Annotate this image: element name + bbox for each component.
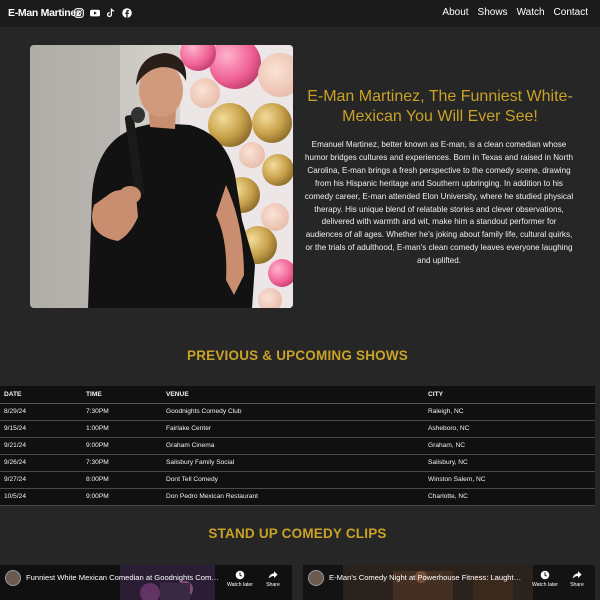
show-date: 9/27/24 [0,471,82,489]
table-row: 10/5/24 9:00PM Don Pedro Mexican Restaur… [0,488,595,506]
show-city: Graham, NC [424,437,595,455]
table-row: 8/29/24 7:30PM Goodnights Comedy Club Ra… [0,403,595,421]
column-header-date: DATE [0,386,82,404]
social-links [74,8,132,18]
shows-section-title: PREVIOUS & UPCOMING SHOWS [186,348,409,363]
column-header-venue: VENUE [162,386,424,404]
watch-later-button[interactable]: Watch later [530,570,560,588]
share-label: Share [570,582,584,588]
watch-later-label: Watch later [531,582,559,588]
show-time: 8:00PM [82,471,162,489]
watch-later-button[interactable]: Watch later [225,570,255,588]
nav-link-watch[interactable]: Watch [517,7,545,18]
video-embed-clip-1[interactable]: Funniest White Mexican Comedian at Goodn… [0,565,292,600]
show-city: Salisbury, NC [424,454,595,472]
show-venue: Goodnights Comedy Club [162,403,424,421]
shows-table: DATE TIME VENUE CITY 8/29/24 7:30PM Good… [0,386,595,506]
show-date: 10/5/24 [0,488,82,506]
watch-later-label: Watch later [226,582,254,588]
brand-logo[interactable]: E-Man Martinez [8,7,81,19]
show-time: 9:00PM [82,437,162,455]
youtube-icon[interactable] [90,8,100,18]
tiktok-icon[interactable] [106,8,116,18]
table-row: 9/26/24 7:30PM Salisbury Family Social S… [0,454,595,472]
nav-link-contact[interactable]: Contact [554,7,588,18]
show-time: 7:30PM [82,454,162,472]
channel-avatar[interactable] [5,570,21,586]
clips-section-title: STAND UP COMEDY CLIPS [208,526,387,541]
show-venue: Dont Tell Comedy [162,471,424,489]
table-row: 9/21/24 9:00PM Graham Cinema Graham, NC [0,437,595,455]
show-city: Winston Salem, NC [424,471,595,489]
instagram-icon[interactable] [74,8,84,18]
share-label: Share [266,582,280,588]
share-icon [268,571,278,579]
hero-bio: Emanuel Martinez, better known as E-man,… [304,140,574,266]
channel-avatar[interactable] [308,570,324,586]
show-city: Charlotte, NC [424,488,595,506]
video-embed-clip-2[interactable]: E-Man's Comedy Night at Powerhouse Fitne… [303,565,595,600]
show-time: 7:30PM [82,403,162,421]
clock-icon [235,570,245,580]
facebook-icon[interactable] [122,8,132,18]
hero-title: E-Man Martinez, The Funniest White-Mexic… [307,88,573,125]
nav-link-about[interactable]: About [442,7,468,18]
show-city: Asheboro, NC [424,420,595,438]
show-venue: Graham Cinema [162,437,424,455]
show-date: 9/21/24 [0,437,82,455]
share-button[interactable]: Share [562,570,592,588]
clock-icon [540,570,550,580]
top-navbar: E-Man Martinez About Shows Watch Contact [0,0,600,27]
hero-photo [30,45,293,308]
show-venue: Don Pedro Mexican Restaurant [162,488,424,506]
show-time: 1:00PM [82,420,162,438]
column-header-city: CITY [424,386,595,404]
show-venue: Fairlake Center [162,420,424,438]
table-row: 9/15/24 1:00PM Fairlake Center Asheboro,… [0,420,595,438]
show-venue: Salisbury Family Social [162,454,424,472]
video-title[interactable]: Funniest White Mexican Comedian at Goodn… [26,573,222,582]
video-title[interactable]: E-Man's Comedy Night at Powerhouse Fitne… [329,573,525,582]
show-date: 8/29/24 [0,403,82,421]
table-header-row: DATE TIME VENUE CITY [0,386,595,404]
show-date: 9/15/24 [0,420,82,438]
show-city: Raleigh, NC [424,403,595,421]
show-time: 9:00PM [82,488,162,506]
show-date: 9/26/24 [0,454,82,472]
nav-links: About Shows Watch Contact [442,7,588,18]
column-header-time: TIME [82,386,162,404]
nav-link-shows[interactable]: Shows [478,7,508,18]
table-row: 9/27/24 8:00PM Dont Tell Comedy Winston … [0,471,595,489]
share-button[interactable]: Share [258,570,288,588]
share-icon [572,571,582,579]
